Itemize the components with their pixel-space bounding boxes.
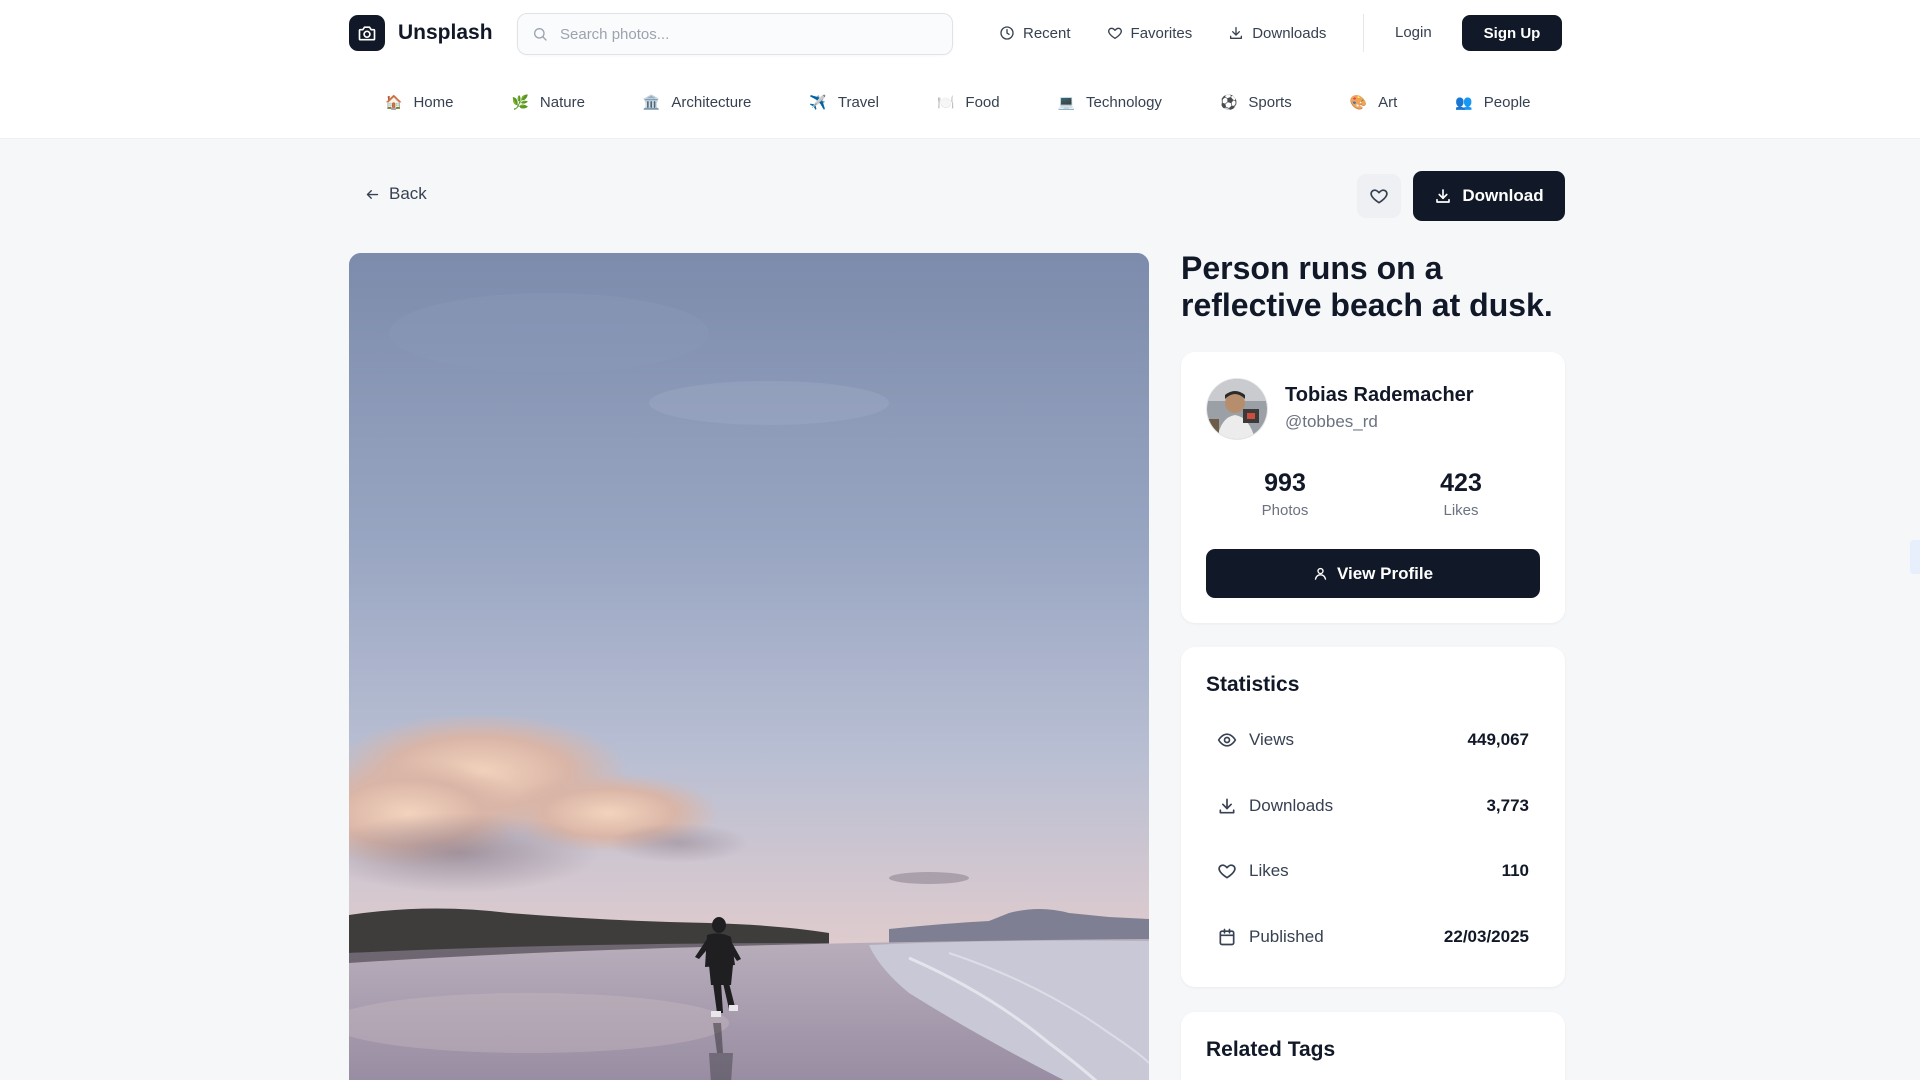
stat-value: 3,773	[1486, 796, 1529, 815]
category-label: Home	[413, 93, 454, 111]
category-label: Art	[1378, 93, 1398, 111]
plate-icon: 🍽️	[936, 93, 955, 110]
top-bar: Unsplash Recent Favorites	[349, 13, 1562, 55]
avatar[interactable]	[1207, 379, 1267, 439]
category-label: Nature	[539, 93, 585, 111]
stat-value: 22/03/2025	[1443, 927, 1529, 946]
likes-label: Likes	[1443, 502, 1479, 519]
related-tags-title: Related Tags	[1206, 1038, 1336, 1061]
category-label: Architecture	[671, 93, 752, 111]
search-input[interactable]	[560, 25, 920, 43]
view-profile-label: View Profile	[1336, 563, 1434, 583]
eye-icon	[1217, 733, 1237, 747]
ball-icon: ⚽	[1219, 93, 1238, 110]
statistics-card: Statistics Views 449,067 Downloads 3,773…	[1181, 647, 1565, 987]
photos-count: 993	[1264, 469, 1306, 497]
category-travel[interactable]: ✈️ Travel	[809, 94, 879, 111]
category-label: Food	[965, 93, 1000, 111]
scrollbar-handle[interactable]	[1910, 540, 1920, 574]
category-nav: 🏠 Home 🌿 Nature 🏛️ Architecture ✈️ Trave…	[385, 90, 1531, 114]
author-card: Tobias Rademacher @tobbes_rd 993 Photos …	[1181, 352, 1565, 623]
stat-label: Published	[1249, 927, 1324, 946]
stat-row-published: Published 22/03/2025	[1217, 925, 1529, 949]
camera-logo-icon[interactable]	[349, 15, 385, 51]
statistics-title: Statistics	[1206, 673, 1300, 696]
people-icon: 👥	[1455, 93, 1473, 110]
stat-row-likes: Likes 110	[1217, 859, 1529, 883]
search-icon	[534, 28, 547, 41]
photos-label: Photos	[1261, 502, 1309, 519]
search-bar[interactable]	[517, 13, 953, 55]
photo-title: Person runs on a reflective beach at dus…	[1181, 250, 1553, 323]
stat-label: Downloads	[1249, 796, 1334, 815]
user-icon	[1314, 567, 1327, 580]
brand-name[interactable]: Unsplash	[398, 21, 493, 45]
stat-label: Views	[1249, 730, 1295, 749]
category-label: People	[1483, 93, 1531, 111]
author-name[interactable]: Tobias Rademacher	[1285, 384, 1474, 407]
nav-link-recent[interactable]: Recent	[999, 25, 1071, 42]
heart-icon	[1370, 189, 1388, 204]
back-label: Back	[389, 184, 427, 203]
back-button[interactable]: Back	[365, 184, 427, 204]
building-icon: 🏛️	[642, 93, 661, 110]
leaf-icon: 🌿	[511, 93, 529, 110]
laptop-icon: 💻	[1057, 93, 1076, 110]
category-label: Technology	[1086, 93, 1162, 111]
category-label: Travel	[837, 93, 879, 111]
login-link[interactable]: Login	[1395, 24, 1432, 41]
category-home[interactable]: 🏠 Home	[385, 94, 453, 111]
calendar-icon	[1219, 928, 1235, 946]
airplane-icon: ✈️	[809, 93, 827, 110]
signup-button[interactable]: Sign Up	[1462, 15, 1562, 51]
download-button[interactable]: Download	[1413, 171, 1565, 221]
stat-row-views: Views 449,067	[1217, 728, 1529, 752]
heart-icon	[1218, 864, 1236, 879]
nav-link-favorites[interactable]: Favorites	[1107, 24, 1193, 42]
category-food[interactable]: 🍽️ Food	[937, 94, 1000, 111]
view-profile-button[interactable]: View Profile	[1206, 549, 1540, 598]
home-icon: 🏠	[385, 93, 403, 110]
category-technology[interactable]: 💻 Technology	[1058, 94, 1162, 111]
category-art[interactable]: 🎨 Art	[1350, 94, 1398, 111]
stat-row-downloads: Downloads 3,773	[1217, 794, 1529, 818]
clock-icon	[1000, 26, 1014, 40]
download-icon	[1436, 189, 1451, 203]
nav-link-label: Favorites	[1130, 24, 1193, 42]
top-links: Recent Favorites Downloads	[999, 14, 1362, 52]
category-nature[interactable]: 🌿 Nature	[511, 94, 584, 111]
related-tags-card: Related Tags	[1181, 1012, 1565, 1080]
stat-value: 449,067	[1467, 730, 1529, 749]
category-label: Sports	[1248, 93, 1292, 111]
category-people[interactable]: 👥 People	[1455, 94, 1530, 111]
likes-count: 423	[1440, 469, 1482, 497]
nav-link-label: Downloads	[1252, 24, 1327, 42]
beach-runner-photo	[349, 253, 1149, 1080]
header-divider	[1363, 14, 1364, 52]
palette-icon: 🎨	[1349, 93, 1368, 110]
stat-value: 110	[1501, 861, 1529, 880]
main-photo[interactable]	[349, 253, 1149, 1080]
stat-label: Likes	[1249, 861, 1289, 880]
download-label: Download	[1462, 186, 1544, 205]
nav-link-downloads[interactable]: Downloads	[1228, 25, 1326, 42]
nav-link-label: Recent	[1023, 24, 1071, 42]
arrow-left-icon	[366, 189, 379, 199]
site-header: Unsplash Recent Favorites	[0, 0, 1920, 139]
download-icon	[1230, 27, 1243, 39]
category-sports[interactable]: ⚽ Sports	[1220, 94, 1292, 111]
heart-icon	[1107, 27, 1122, 39]
category-architecture[interactable]: 🏛️ Architecture	[643, 94, 751, 111]
favorite-button[interactable]	[1357, 174, 1401, 218]
author-handle: @tobbes_rd	[1285, 412, 1378, 431]
download-icon	[1219, 798, 1235, 814]
